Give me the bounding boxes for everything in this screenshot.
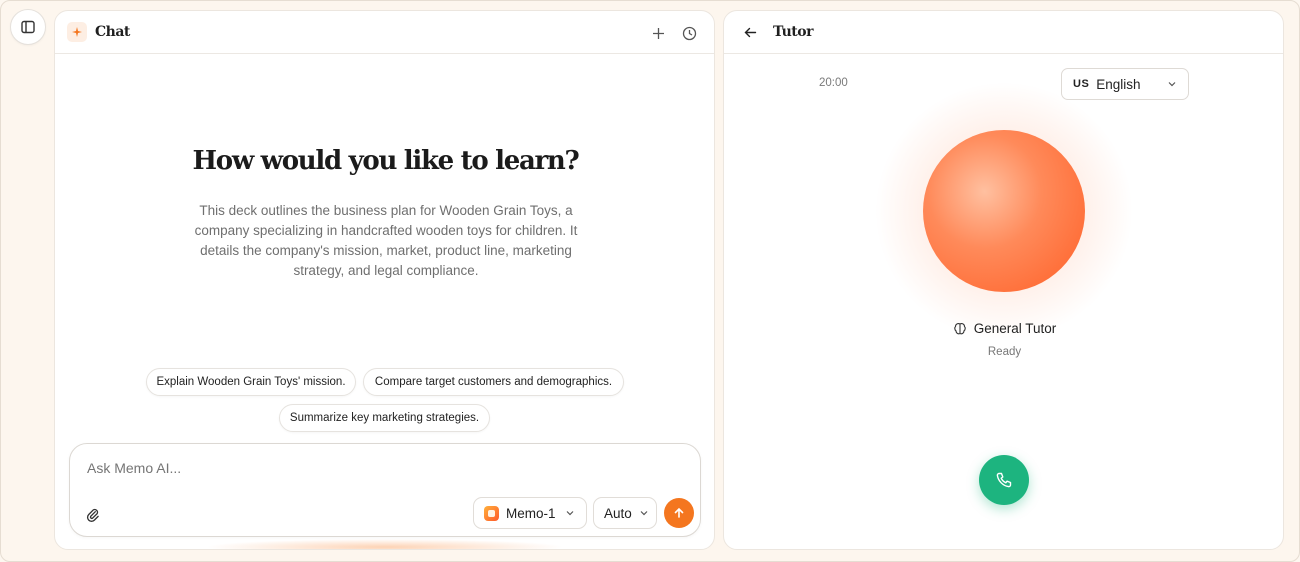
suggestion-chip[interactable]: Explain Wooden Grain Toys' mission. <box>146 368 356 396</box>
language-select[interactable]: US English <box>1061 68 1189 100</box>
send-button[interactable] <box>664 498 694 528</box>
mode-select-label: Auto <box>604 505 632 521</box>
tutor-status: Ready <box>987 346 1022 358</box>
model-select-label: Memo-1 <box>506 505 556 521</box>
chat-input-box: Memo-1 Auto <box>69 443 701 537</box>
chevron-down-icon <box>1168 82 1176 87</box>
tutor-name-row: General Tutor <box>724 321 1283 336</box>
suggestion-chip[interactable]: Summarize key marketing strategies. <box>279 404 490 432</box>
clock-icon <box>682 26 696 40</box>
call-button[interactable] <box>979 455 1029 505</box>
chevron-down-icon <box>640 511 648 516</box>
chat-title: Chat <box>95 24 130 40</box>
suggestion-chip[interactable]: Compare target customers and demographic… <box>363 368 624 396</box>
arrow-up-icon <box>674 507 684 518</box>
language-label: English <box>1096 76 1141 92</box>
brain-icon <box>953 322 966 334</box>
model-select[interactable]: Memo-1 <box>473 497 587 529</box>
mode-select[interactable]: Auto <box>593 497 657 529</box>
sparkle-icon <box>72 27 82 37</box>
chevron-down-icon <box>566 511 574 516</box>
session-timer: 20:00 <box>819 77 848 89</box>
chat-logo <box>67 22 87 42</box>
page-headline: How would you like to learn? <box>192 146 580 176</box>
deck-description: This deck outlines the business plan for… <box>194 203 578 278</box>
tutor-orb <box>923 130 1085 292</box>
new-chat-button[interactable] <box>647 22 669 44</box>
tutor-name: General Tutor <box>973 321 1057 336</box>
plus-icon <box>652 27 664 39</box>
paperclip-icon <box>86 508 99 522</box>
memo-logo-icon <box>484 505 499 521</box>
chat-header: Chat <box>55 11 714 54</box>
app-frame: Chat How would you like to learn? This d… <box>0 0 1300 562</box>
sidebar-toggle-icon <box>21 20 35 34</box>
back-button[interactable] <box>739 21 761 43</box>
input-glow <box>205 539 565 549</box>
us-flag-icon: US <box>1073 78 1090 90</box>
chat-input[interactable] <box>87 460 487 476</box>
tutor-panel: Tutor 20:00 US English General Tutor Rea… <box>723 10 1284 550</box>
arrow-left-icon <box>744 27 756 37</box>
phone-icon <box>996 472 1012 488</box>
attach-button[interactable] <box>80 502 104 526</box>
chat-panel: Chat How would you like to learn? This d… <box>54 10 715 550</box>
sidebar-toggle-button[interactable] <box>10 9 46 45</box>
tutor-header: Tutor <box>724 11 1283 54</box>
history-button[interactable] <box>678 22 700 44</box>
tutor-title: Tutor <box>773 24 814 40</box>
